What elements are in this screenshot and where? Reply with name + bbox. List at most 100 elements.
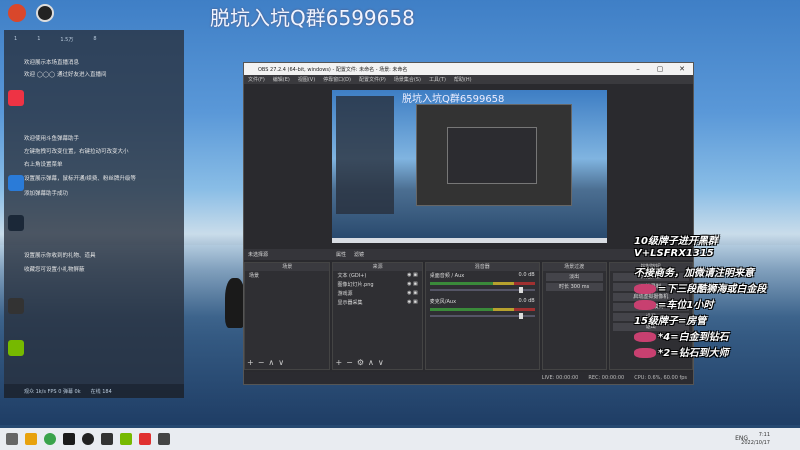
chat-message: 左键拖拽可改变位置，右键拉动可改变大小 [24, 149, 129, 155]
overlay-text: *2=钻石到大师 [658, 348, 729, 359]
chat-footer: 观众 1k/s FPS 0 弹幕 0k 在线 184 [4, 384, 184, 398]
sources-header: 来源 [333, 263, 422, 271]
badge-icon [634, 300, 656, 310]
channel-name: 麦克风/Aux [429, 299, 457, 305]
source-item[interactable]: 显示器采集 ◉ ▣ [333, 298, 421, 307]
live-time: LIVE: 00:00:00 [541, 375, 579, 381]
danmu-chat-panel[interactable]: 1 1 1.5万 8 欢迎展示本场直播消息 欢迎 ◯◯◯ 通过好友进入直播间 欢… [4, 30, 184, 398]
transition-select[interactable]: 淡出 [545, 273, 603, 281]
chat-footer-online: 在线 184 [90, 388, 112, 395]
obs-titlebar[interactable]: OBS 27.2.4 (64-bit, windows) - 配置文件: 未命名… [244, 63, 693, 75]
menu-edit[interactable]: 编辑(E) [273, 76, 290, 83]
sources-dock[interactable]: 来源 文本 (GDI+) ◉ ▣ 图像幻灯片.png ◉ ▣ 游戏源 ◉ ▣ 显示器采… [332, 262, 423, 370]
volume-meter [429, 282, 535, 285]
scenes-header: 场景 [245, 263, 330, 271]
obs-docks: 场景 场景 +−∧∨ 来源 文本 (GDI+) ◉ ▣ 图像幻灯片.png ◉ ▣ … [244, 262, 693, 370]
eye-icon[interactable]: ◉ ▣ [407, 272, 418, 279]
source-item[interactable]: 文本 (GDI+) ◉ ▣ [333, 271, 421, 280]
clock-time: 7:11 [758, 432, 770, 438]
app-icon[interactable] [8, 4, 26, 22]
obs-icon[interactable] [36, 4, 54, 22]
stat-4: 8 [93, 36, 97, 42]
menu-file[interactable]: 文件(F) [248, 76, 265, 83]
badge-icon [634, 284, 656, 294]
scene-item-label: 场景 [249, 273, 260, 279]
sources-dock-buttons[interactable]: +−⚙∧∨ [335, 358, 387, 367]
no-source-selected: 未选择源 [248, 252, 269, 258]
chat-message: 设置展示你收到的礼物、道具 [24, 253, 96, 259]
stream-overlay: 10级牌子进开黑群 V+LSFRX1315 不接商务，加微请注明来意 =下三段酷… [634, 232, 800, 360]
source-item-label: 图像幻灯片.png [337, 282, 374, 288]
browser-icon[interactable] [8, 90, 24, 106]
app-icon[interactable] [8, 175, 24, 191]
obs-statusbar: LIVE: 00:00:00 REC: 00:00:00 CPU: 0.6%, … [244, 372, 693, 384]
nvidia-icon[interactable] [8, 340, 24, 356]
overlay-text: V+LSFRX1315 [634, 248, 714, 259]
overlay-line: 15级牌子=房管 [634, 312, 800, 328]
obs-window[interactable]: OBS 27.2.4 (64-bit, windows) - 配置文件: 未命名… [243, 62, 694, 385]
filters-button[interactable]: 滤镜 [354, 251, 364, 258]
menu-help[interactable]: 帮助(H) [454, 76, 472, 83]
wallpaper-runner [225, 278, 245, 328]
app-icon[interactable] [101, 433, 113, 445]
overlay-text: =车位1小时 [658, 300, 714, 311]
cpu-fps: CPU: 0.6%, 60.00 fps [634, 375, 687, 381]
source-item[interactable]: 图像幻灯片.png ◉ ▣ [333, 280, 421, 289]
stat-1: 1 [14, 36, 18, 42]
properties-button[interactable]: 属性 [336, 251, 346, 258]
volume-slider[interactable] [429, 313, 535, 319]
browser-icon[interactable] [44, 433, 56, 445]
clock[interactable]: 7:11 2022/10/17 [741, 431, 770, 447]
stat-2: 1 [37, 36, 41, 42]
obs-icon[interactable] [82, 433, 94, 445]
transitions-dock[interactable]: 场景过渡 淡出 时长 300 ms [541, 262, 607, 370]
eye-icon[interactable]: ◉ ▣ [407, 299, 418, 306]
source-toolbar: 未选择源 属性 滤镜 [244, 249, 693, 260]
source-item-label: 文本 (GDI+) [337, 273, 367, 279]
eye-icon[interactable]: ◉ ▣ [407, 290, 418, 297]
source-item[interactable]: 游戏源 ◉ ▣ [333, 289, 421, 298]
menu-view[interactable]: 视图(V) [298, 76, 315, 83]
scenes-dock-buttons[interactable]: +−∧∨ [247, 358, 288, 367]
menu-tools[interactable]: 工具(T) [429, 76, 446, 83]
chat-footer-stats: 观众 1k/s FPS 0 弹幕 0k [24, 388, 81, 395]
app-icon[interactable] [139, 433, 151, 445]
app-icon[interactable] [8, 298, 24, 314]
chat-message: 设置展示弹幕，鼠标开通/续费、粉丝牌升级等 [24, 176, 136, 182]
transition-duration[interactable]: 时长 300 ms [545, 283, 603, 291]
mixer-header: 混音器 [425, 263, 539, 271]
menu-scene-collection[interactable]: 场景集合(S) [394, 76, 421, 83]
rec-time: REC: 00:00:00 [588, 375, 625, 381]
app-icon[interactable] [158, 433, 170, 445]
maximize-icon[interactable]: ▢ [649, 63, 671, 75]
preview-watermark: 脱坑入坑Q群6599658 [402, 94, 505, 105]
minimize-icon[interactable]: – [627, 63, 649, 75]
overlay-line: 不接商务，加微请注明来意 [634, 264, 800, 280]
scenes-dock[interactable]: 场景 场景 +−∧∨ [244, 262, 331, 370]
obs-preview[interactable]: 脱坑入坑Q群6599658 [332, 90, 607, 243]
volume-meter [429, 308, 535, 311]
preview-taskbar [332, 238, 607, 243]
steam-icon[interactable] [8, 215, 24, 231]
app-icon[interactable] [63, 433, 75, 445]
volume-slider[interactable] [429, 287, 535, 293]
eye-icon[interactable]: ◉ ▣ [407, 281, 418, 288]
preview-chat-panel [336, 96, 394, 214]
mixer-channel: 麦克风/Aux 0.0 dB [426, 297, 539, 306]
nvidia-icon[interactable] [120, 433, 132, 445]
mixer-dock[interactable]: 混音器 桌面音频 / Aux 0.0 dB 麦克风/Aux 0.0 dB [424, 262, 540, 370]
start-icon[interactable] [6, 433, 18, 445]
overlay-line: *4=白金到钻石 [634, 328, 800, 344]
menu-profile[interactable]: 配置文件(P) [359, 76, 386, 83]
overlay-text: 不接商务，加微请注明来意 [634, 268, 754, 279]
overlay-text: 15级牌子=房管 [634, 316, 707, 327]
scene-item[interactable]: 场景 [245, 271, 329, 280]
chat-stats: 1 1 1.5万 8 [4, 30, 184, 49]
file-explorer-icon[interactable] [25, 433, 37, 445]
close-icon[interactable]: ✕ [671, 63, 693, 75]
transitions-header: 场景过渡 [542, 263, 606, 271]
chat-message: 右上角设置菜单 [24, 162, 63, 168]
stat-3: 1.5万 [60, 37, 74, 43]
menu-docks[interactable]: 停靠窗口(D) [323, 76, 351, 83]
chat-message: 添加弹幕助手成功 [24, 191, 69, 197]
